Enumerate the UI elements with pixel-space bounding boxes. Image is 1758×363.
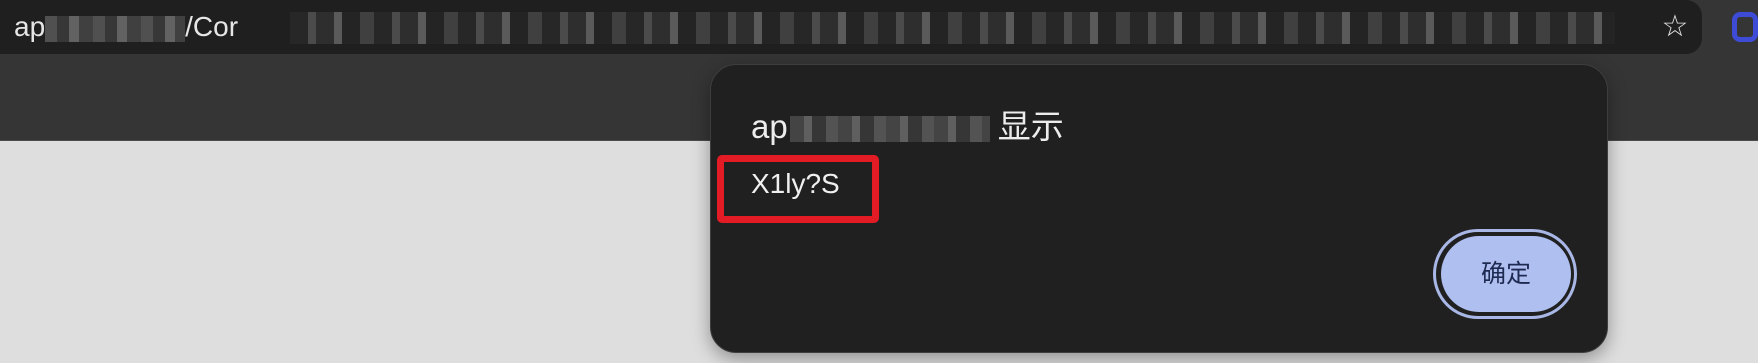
url-start: ap — [14, 11, 46, 42]
address-bar[interactable]: ap/Cor ☆ — [0, 0, 1702, 54]
url-redacted-tail — [290, 12, 1615, 44]
alert-dialog: ap 显示 X1ly?S 确定 — [710, 64, 1608, 353]
dialog-title-suffix: 显示 — [997, 108, 1064, 145]
dialog-message: X1ly?S — [751, 168, 840, 199]
url-redacted-segment — [45, 15, 186, 42]
dialog-title-redacted — [789, 116, 990, 143]
url-mid: /Cor — [185, 11, 239, 42]
extension-icon[interactable] — [1732, 12, 1758, 42]
star-icon[interactable]: ☆ — [1658, 10, 1692, 44]
ok-button[interactable]: 确定 — [1441, 236, 1571, 312]
dialog-title: ap 显示 — [751, 105, 1064, 149]
address-url: ap/Cor — [14, 9, 238, 45]
dialog-title-prefix: ap — [751, 108, 788, 145]
